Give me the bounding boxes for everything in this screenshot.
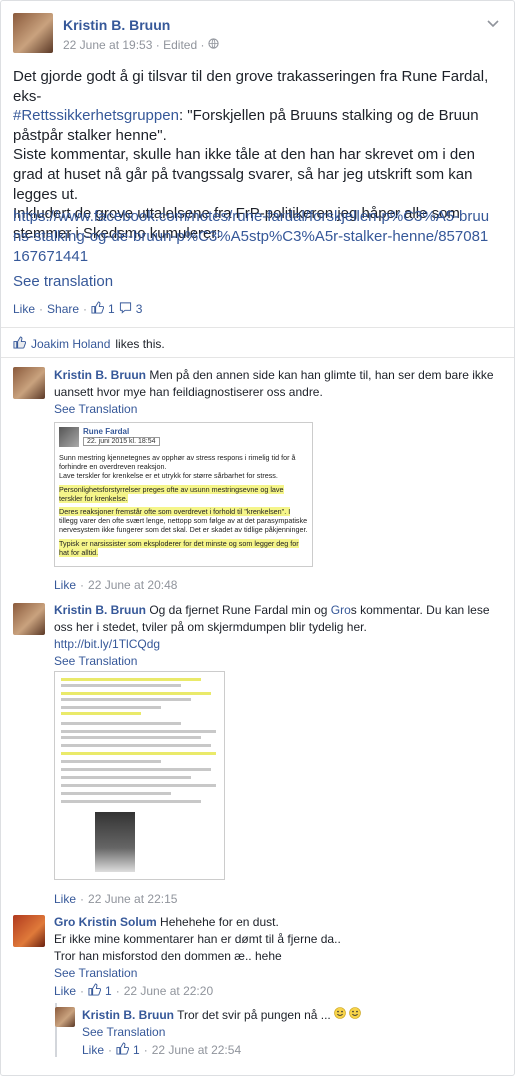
see-translation-link[interactable]: See Translation <box>54 402 137 416</box>
dot-separator: · <box>80 984 85 998</box>
like-count[interactable]: 1 <box>108 302 115 316</box>
screenshot-text: tillegg varer den ofte svært lenge, nett… <box>59 516 308 525</box>
screenshot-highlight: Deres reaksjoner fremstår ofte som overd… <box>59 507 291 516</box>
see-translation-link[interactable]: See Translation <box>54 966 137 980</box>
post-actions: Like · Share · 1 3 <box>13 301 142 317</box>
post-text-line: Det gjorde godt å gi tilsvar til den gro… <box>13 68 489 105</box>
commenter-name[interactable]: Kristin B. Bruun <box>54 603 146 617</box>
thumbs-up-icon[interactable] <box>116 1042 130 1058</box>
commenter-avatar[interactable] <box>55 1007 75 1027</box>
share-button[interactable]: Share <box>47 302 79 316</box>
comment: Kristin B. Bruun Men på den annen side k… <box>54 367 504 418</box>
like-count-icon[interactable] <box>91 301 105 317</box>
commenter-avatar[interactable] <box>13 367 45 399</box>
see-translation-link[interactable]: See Translation <box>54 654 137 668</box>
likes-summary: Joakim Holand likes this. <box>13 336 165 352</box>
post-text: Siste kommentar, skulle han ikke tåle at… <box>13 146 475 203</box>
like-count[interactable]: 1 <box>133 1043 140 1057</box>
comment-text: Tror det svir på pungen nå ... <box>177 1008 331 1022</box>
screenshot-highlight: terskler for krenkelse. <box>59 494 128 503</box>
comment: Kristin B. Bruun Og da fjernet Rune Fard… <box>54 602 504 670</box>
dot-separator: · <box>155 38 164 52</box>
comment-footer: Like · 1 · 22 June at 22:20 <box>54 983 213 999</box>
dot-separator: · <box>39 302 44 316</box>
comment-time[interactable]: 22 June at 22:54 <box>152 1043 241 1057</box>
dot-separator: · <box>83 302 88 316</box>
commenter-name[interactable]: Gro Kristin Solum <box>54 915 157 929</box>
comment-text: Hehehehe for en dust. <box>160 915 279 929</box>
comment-time[interactable]: 22 June at 20:48 <box>88 578 177 592</box>
comment-screenshot-image[interactable]: Rune Fardal 22. juni 2015 kl. 18:54 Sunn… <box>54 422 313 567</box>
dot-separator: · <box>200 38 208 52</box>
screenshot-text: forhindre en overdreven reaksjon. <box>59 462 167 471</box>
thumbs-up-icon[interactable] <box>88 983 102 999</box>
divider <box>1 357 514 358</box>
dot-separator: · <box>108 1043 113 1057</box>
screenshot-highlight: Personlighetsforstyrrelser preges ofte a… <box>59 485 284 494</box>
screenshot-highlight: Typisk er narsissister som eksploderer f… <box>59 539 299 548</box>
dot-separator: · <box>115 984 120 998</box>
comment: Gro Kristin Solum Hehehehe for en dust. … <box>54 914 504 982</box>
like-button[interactable]: Like <box>13 302 35 316</box>
comment-time[interactable]: 22 June at 22:20 <box>124 984 213 998</box>
screenshot-avatar <box>59 427 79 447</box>
commenter-avatar[interactable] <box>13 603 45 635</box>
dot-separator: · <box>80 578 85 592</box>
see-translation-link[interactable]: See translation <box>13 273 113 290</box>
like-button[interactable]: Like <box>54 892 76 906</box>
edited-label[interactable]: Edited <box>163 38 197 52</box>
short-link[interactable]: http://bit.ly/1TlCQdg <box>54 637 160 651</box>
dot-separator: · <box>80 892 85 906</box>
comment-text: Og da fjernet Rune Fardal min og <box>149 603 331 617</box>
chevron-down-icon[interactable] <box>487 15 499 31</box>
commenter-name[interactable]: Kristin B. Bruun <box>54 368 146 382</box>
commenter-name[interactable]: Kristin B. Bruun <box>82 1008 174 1022</box>
post-url-link[interactable]: https://www.facebook.com/notes/rune-fard… <box>13 207 493 267</box>
screenshot-text: Sunn mestring kjennetegnes av opphør av … <box>59 453 296 462</box>
commenter-avatar[interactable] <box>13 915 45 947</box>
comment-footer: Like · 22 June at 22:15 <box>54 892 177 906</box>
author-name[interactable]: Kristin B. Bruun <box>63 17 170 33</box>
liker-name[interactable]: Joakim Holand <box>31 337 110 351</box>
like-button[interactable]: Like <box>82 1043 104 1057</box>
smiley-icon <box>349 1007 362 1022</box>
divider <box>1 327 514 328</box>
screenshot-name: Rune Fardal <box>83 427 130 436</box>
screenshot-highlight: hat for alltid. <box>59 548 99 557</box>
like-button[interactable]: Like <box>54 984 76 998</box>
comment-time[interactable]: 22 June at 22:15 <box>88 892 177 906</box>
globe-icon[interactable] <box>208 38 219 52</box>
author-avatar[interactable] <box>13 13 53 53</box>
smiley-icon <box>334 1007 349 1022</box>
comment-text: Er ikke mine kommentarer han er dømt til… <box>54 932 341 946</box>
see-translation-link[interactable]: See Translation <box>82 1025 165 1039</box>
comment-footer: Like · 22 June at 20:48 <box>54 578 177 592</box>
post-meta: 22 June at 19:53 · Edited · <box>63 38 219 52</box>
comment-count-icon[interactable] <box>119 301 132 317</box>
screenshot-text: Deres reaksjoner fremstår ofte som overd… <box>59 507 291 516</box>
post-date[interactable]: 22 June at 19:53 <box>63 38 152 52</box>
dot-separator: · <box>143 1043 148 1057</box>
screenshot-date: 22. juni 2015 kl. 18:54 <box>83 437 160 446</box>
likes-this-text: likes this. <box>115 337 165 351</box>
post-header: Kristin B. Bruun 22 June at 19:53 · Edit… <box>13 13 503 57</box>
thumbs-up-icon <box>13 336 26 352</box>
comment-count[interactable]: 3 <box>136 302 143 316</box>
hashtag-link[interactable]: #Rettssikkerhetsgruppen <box>13 107 179 124</box>
comment-text: Tror han misforstod den dommen æ.. hehe <box>54 949 282 963</box>
like-count[interactable]: 1 <box>105 984 112 998</box>
comment-footer: Like · 1 · 22 June at 22:54 <box>82 1042 241 1058</box>
like-button[interactable]: Like <box>54 578 76 592</box>
screenshot-text: Lave terskler for krenkelse er et utrykk… <box>59 471 278 480</box>
screenshot-thumbnail <box>95 812 135 872</box>
facebook-post: Kristin B. Bruun 22 June at 19:53 · Edit… <box>0 0 515 1076</box>
reply-comment: Kristin B. Bruun Tror det svir på pungen… <box>82 1007 502 1041</box>
mention-link[interactable]: Gro <box>331 603 351 617</box>
comment-screenshot-image[interactable] <box>54 671 225 880</box>
screenshot-text: nervesystem ikke fungerer som det skal. … <box>59 525 308 534</box>
